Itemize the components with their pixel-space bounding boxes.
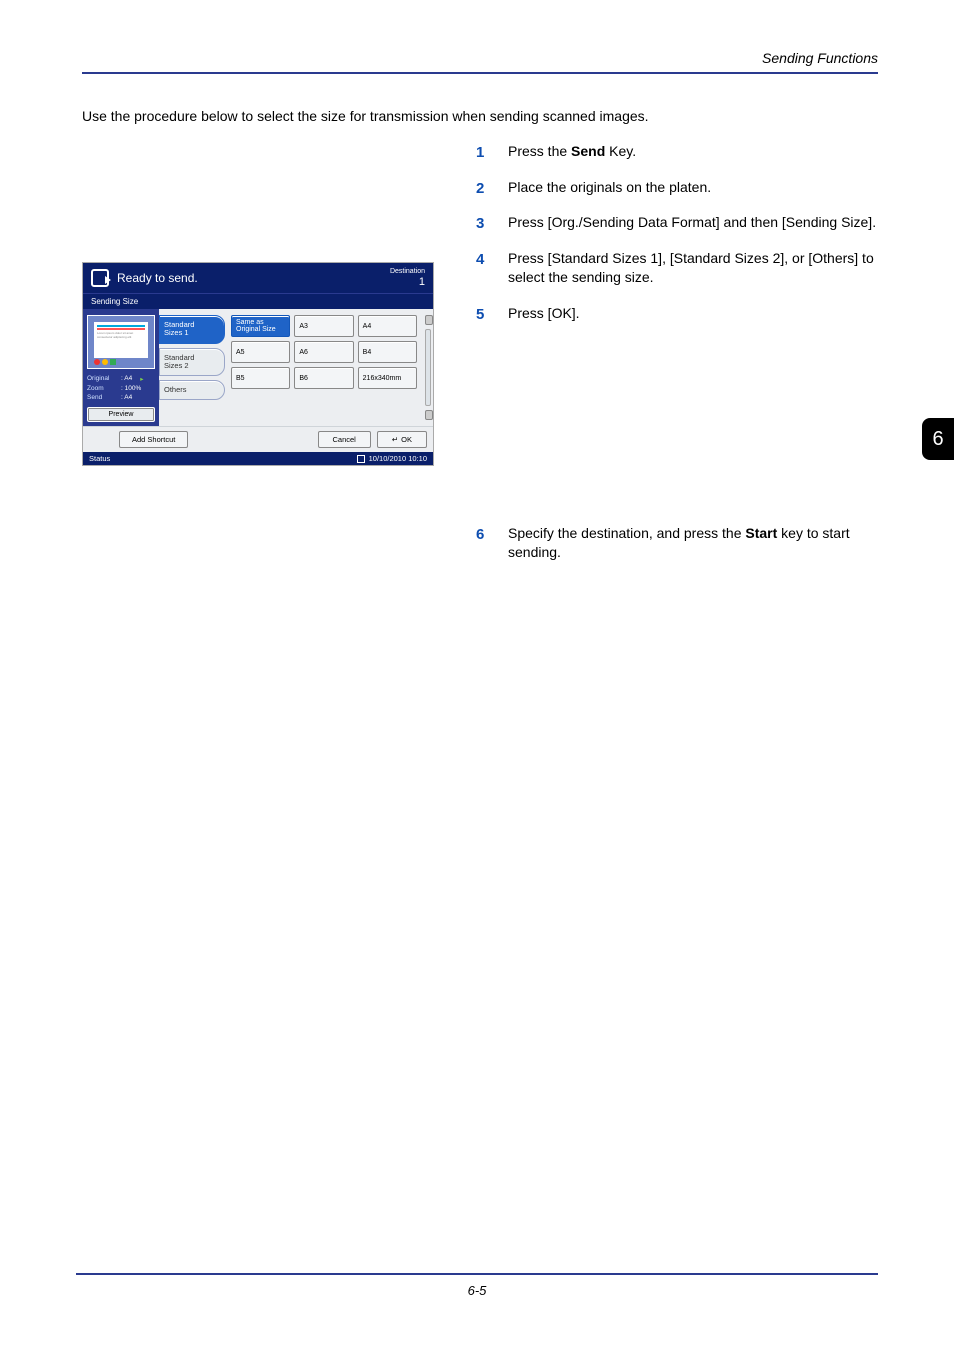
enter-icon: ↵ [392,435,398,444]
step-3-text: Press [Org./Sending Data Format] and the… [508,214,876,230]
step-1-post: Key. [605,143,636,159]
status-datetime: 10/10/2010 10:10 [369,454,427,463]
orig-lbl: Original [87,375,117,383]
destination-indicator: Destination 1 [390,268,425,288]
size-a4[interactable]: A4 [358,315,417,337]
running-head: Sending Functions [82,50,878,66]
panel-title: Sending Size [83,293,433,309]
device-left-panel: Lorem ipsum dolor sit amet consectetur a… [83,309,159,426]
page-number: 6-5 [76,1283,878,1298]
zoom-lbl: Zoom [87,385,117,392]
size-b4[interactable]: B4 [358,341,417,363]
ok-label: OK [401,435,412,444]
size-a6[interactable]: A6 [294,341,353,363]
send-lbl: Send [87,394,117,401]
dest-count: 1 [419,276,425,288]
tab-others[interactable]: Others [159,380,225,400]
step-5-text: Press [OK]. [508,305,580,321]
step-6-pre: Specify the destination, and press the [508,525,745,541]
step-2-text: Place the originals on the platen. [508,179,711,195]
step-4: Press [Standard Sizes 1], [Standard Size… [476,249,878,288]
size-a5[interactable]: A5 [231,341,290,363]
step-6: Specify the destination, and press the S… [476,524,878,563]
orig-val: : A4 [121,375,132,383]
header-rule [82,72,878,74]
preview-button[interactable]: Preview [87,407,155,422]
scroll-up-icon[interactable] [425,315,433,325]
scrollbar[interactable] [423,309,433,426]
steps-list-continued: Specify the destination, and press the S… [476,524,878,563]
size-same-as-original[interactable]: Same as Original Size [231,315,290,337]
status-label[interactable]: Status [89,454,110,463]
scroll-down-icon[interactable] [425,410,433,420]
chapter-thumb: 6 [922,418,954,460]
preview-thumb: Lorem ipsum dolor sit amet consectetur a… [87,315,155,369]
step-1-pre: Press the [508,143,571,159]
add-shortcut-button[interactable]: Add Shortcut [119,431,188,448]
size-grid: Same as Original Size A3 A4 A5 A6 B4 B5 … [229,309,423,426]
size-a3[interactable]: A3 [294,315,353,337]
scroll-track[interactable] [425,329,431,406]
step-3: Press [Org./Sending Data Format] and the… [476,213,878,233]
cancel-button[interactable]: Cancel [318,431,371,448]
step-1: Press the Send Key. [476,142,878,162]
ok-button[interactable]: ↵OK [377,431,427,448]
footer-rule [76,1273,878,1275]
size-216x340[interactable]: 216x340mm [358,367,417,389]
intro-text: Use the procedure below to select the si… [82,108,878,124]
device-screenshot: Ready to send. Destination 1 Sending Siz… [82,262,434,466]
device-title: Ready to send. [117,271,390,285]
tabs-column: Standard Sizes 1 Standard Sizes 2 Others [159,309,229,426]
step-6-bold: Start [745,525,777,541]
send-icon [91,269,109,287]
device-titlebar: Ready to send. Destination 1 [83,263,433,293]
size-b6[interactable]: B6 [294,367,353,389]
status-icon [357,455,365,463]
steps-list: Press the Send Key. Place the originals … [476,142,878,324]
tab-standard-sizes-2[interactable]: Standard Sizes 2 [159,348,225,377]
step-2: Place the originals on the platen. [476,178,878,198]
step-1-bold: Send [571,143,605,159]
step-5: Press [OK]. [476,304,878,324]
dest-label: Destination [390,268,425,275]
step-4-text: Press [Standard Sizes 1], [Standard Size… [508,250,874,286]
tab-standard-sizes-1[interactable]: Standard Sizes 1 [159,315,225,344]
send-val: : A4 [121,394,132,401]
size-b5[interactable]: B5 [231,367,290,389]
play-icon: ▸ [140,375,143,383]
zoom-val: : 100% [121,385,141,392]
